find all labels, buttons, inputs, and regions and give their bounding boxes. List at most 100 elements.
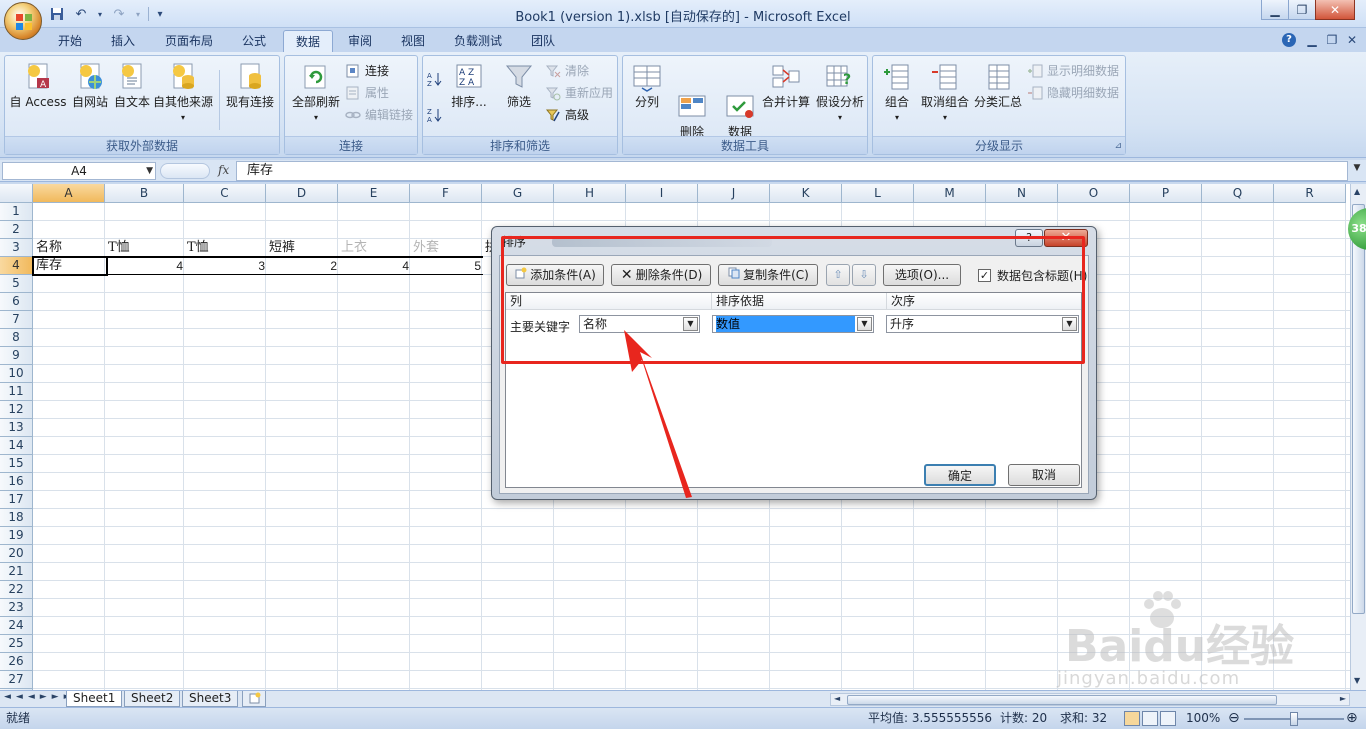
row-header-10[interactable]: 10 [0, 365, 33, 383]
maximize-window-button[interactable]: ❐ [1288, 0, 1316, 20]
clear-filter-button[interactable]: 清除 [545, 62, 589, 80]
cell-D3[interactable]: 短裤 [267, 239, 339, 257]
row-header-12[interactable]: 12 [0, 401, 33, 419]
cell-F4[interactable]: 5 [411, 257, 483, 275]
close-window-button[interactable]: ✕ [1315, 0, 1355, 20]
column-header-J[interactable]: J [698, 184, 770, 203]
row-header-15[interactable]: 15 [0, 455, 33, 473]
tab-home[interactable]: 开始 [46, 30, 94, 52]
column-header-A[interactable]: A [33, 184, 105, 203]
chevron-down-icon[interactable]: ▼ [146, 163, 153, 179]
cell-F3[interactable]: 外套 [411, 239, 483, 257]
zoom-out-icon[interactable]: ⊖ [1228, 708, 1240, 729]
tab-data[interactable]: 数据 [283, 30, 334, 52]
column-header-Q[interactable]: Q [1202, 184, 1274, 203]
chevron-down-icon[interactable]: ▼ [683, 317, 698, 331]
page-layout-view-icon[interactable] [1142, 711, 1158, 726]
existing-connections-button[interactable]: 现有连接 [223, 62, 277, 110]
group-button[interactable]: 组合 ▾ [877, 62, 917, 125]
normal-view-icon[interactable] [1124, 711, 1140, 726]
cell-C4[interactable]: 3 [185, 257, 267, 275]
from-access-button[interactable]: A 自 Access [7, 62, 69, 110]
delete-level-button[interactable]: ✕ 删除条件(D) [611, 264, 711, 286]
insert-sheet-icon[interactable] [242, 691, 266, 707]
zoom-in-icon[interactable]: ⊕ [1346, 708, 1358, 729]
vertical-scrollbar[interactable]: ▲ ▼ [1350, 184, 1366, 690]
has-headers-checkbox[interactable]: ✓ [978, 269, 991, 282]
page-break-view-icon[interactable] [1160, 711, 1176, 726]
zoom-level[interactable]: 100% [1186, 708, 1220, 729]
cell-D4[interactable]: 2 [267, 257, 339, 275]
from-other-sources-button[interactable]: 自其他来源 ▾ [151, 62, 215, 125]
tab-team[interactable]: 团队 [519, 30, 567, 52]
column-header-D[interactable]: D [266, 184, 338, 203]
sort-descending-button[interactable]: ZA [427, 106, 445, 124]
subtotal-button[interactable]: 分类汇总 [971, 62, 1025, 110]
dialog-help-button[interactable]: ? [1015, 229, 1043, 247]
hide-detail-button[interactable]: 隐藏明细数据 [1027, 84, 1119, 102]
row-header-8[interactable]: 8 [0, 329, 33, 347]
connections-button[interactable]: 连接 [345, 62, 389, 80]
column-header-O[interactable]: O [1058, 184, 1130, 203]
row-header-19[interactable]: 19 [0, 527, 33, 545]
sort-ascending-button[interactable]: AZ [427, 70, 445, 88]
row-header-4[interactable]: 4 [0, 257, 33, 275]
cancel-button[interactable]: 取消 [1008, 464, 1080, 486]
from-web-button[interactable]: 自网站 [67, 62, 113, 110]
row-header-9[interactable]: 9 [0, 347, 33, 365]
horizontal-scrollbar[interactable]: ◄ ► [830, 693, 1350, 706]
sheet-navigation-arrows[interactable]: ◄◄◄►►► [4, 692, 76, 702]
expand-formula-bar-icon[interactable]: ▼ [1350, 163, 1364, 179]
minimize-window-button[interactable]: ▁ [1261, 0, 1289, 20]
row-header-6[interactable]: 6 [0, 293, 33, 311]
row-header-27[interactable]: 27 [0, 671, 33, 689]
sort-button[interactable]: A ZZ A 排序... [449, 62, 489, 110]
ribbon-minimize-button[interactable]: ▁ [1304, 33, 1320, 49]
row-header-1[interactable]: 1 [0, 203, 33, 221]
row-header-18[interactable]: 18 [0, 509, 33, 527]
column-header-H[interactable]: H [554, 184, 626, 203]
tab-review[interactable]: 审阅 [336, 30, 384, 52]
sort-order-select[interactable]: 升序 ▼ [886, 315, 1079, 333]
cell-E3[interactable]: 上衣 [339, 239, 411, 257]
row-header-17[interactable]: 17 [0, 491, 33, 509]
scroll-up-arrow-icon[interactable]: ▲ [1354, 187, 1360, 196]
ungroup-button[interactable]: 取消组合 ▾ [917, 62, 973, 125]
row-header-11[interactable]: 11 [0, 383, 33, 401]
tab-formulas[interactable]: 公式 [230, 30, 278, 52]
refresh-all-button[interactable]: 全部刷新 ▾ [287, 62, 345, 125]
cell-E4[interactable]: 4 [339, 257, 411, 275]
options-button[interactable]: 选项(O)... [883, 264, 961, 286]
row-header-14[interactable]: 14 [0, 437, 33, 455]
cell-A3[interactable]: 名称 [34, 239, 106, 257]
select-all-corner[interactable] [0, 184, 33, 203]
vertical-scroll-thumb[interactable] [1352, 204, 1365, 614]
column-header-E[interactable]: E [338, 184, 410, 203]
filter-button[interactable]: 筛选 [499, 62, 539, 110]
reapply-button[interactable]: 重新应用 [545, 84, 613, 102]
sheet-tab-sheet1[interactable]: Sheet1 [66, 691, 123, 707]
column-header-K[interactable]: K [770, 184, 842, 203]
formula-input[interactable]: 库存 [236, 161, 1348, 181]
row-header-22[interactable]: 22 [0, 581, 33, 599]
column-header-C[interactable]: C [184, 184, 266, 203]
show-detail-button[interactable]: 显示明细数据 [1027, 62, 1119, 80]
help-icon[interactable]: ? [1282, 33, 1296, 47]
column-header-M[interactable]: M [914, 184, 986, 203]
advanced-filter-button[interactable]: 高级 [545, 106, 589, 124]
row-header-21[interactable]: 21 [0, 563, 33, 581]
tab-insert[interactable]: 插入 [99, 30, 147, 52]
scroll-left-arrow-icon[interactable]: ◄ [834, 694, 840, 703]
column-header-F[interactable]: F [410, 184, 482, 203]
what-if-analysis-button[interactable]: ? 假设分析 ▾ [813, 62, 867, 125]
column-header-B[interactable]: B [105, 184, 184, 203]
ribbon-close-button[interactable]: ✕ [1344, 33, 1360, 49]
column-header-G[interactable]: G [482, 184, 554, 203]
scroll-right-arrow-icon[interactable]: ► [1340, 694, 1346, 703]
name-box[interactable]: A4 ▼ [2, 162, 156, 180]
from-text-button[interactable]: 自文本 [109, 62, 155, 110]
insert-function-icon[interactable]: fx [218, 163, 229, 177]
sort-column-select[interactable]: 名称 ▼ [579, 315, 700, 333]
sheet-tab-sheet3[interactable]: Sheet3 [182, 691, 239, 707]
ok-button[interactable]: 确定 [924, 464, 996, 486]
